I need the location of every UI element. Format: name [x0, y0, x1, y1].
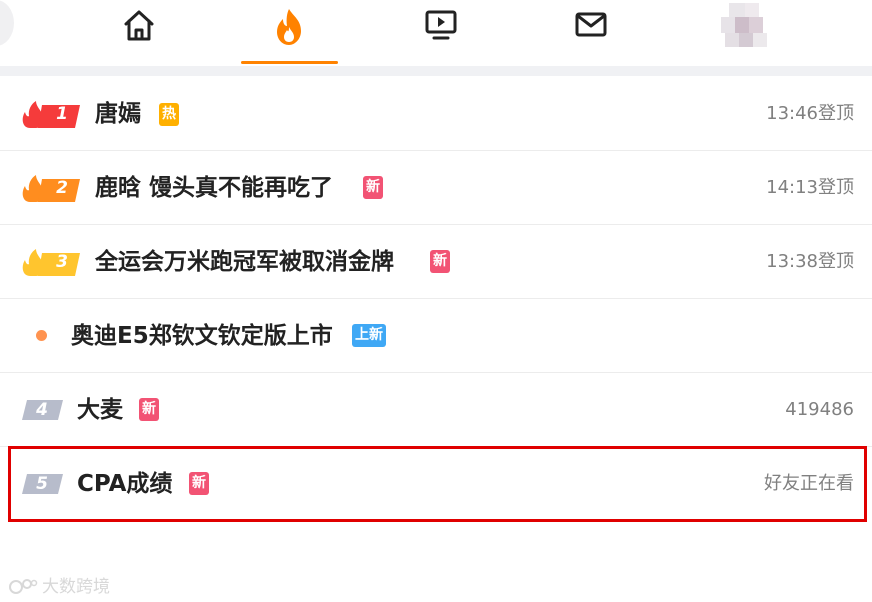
nav-messages[interactable] — [543, 0, 639, 66]
watermark-text: 大数跨境 — [42, 577, 110, 597]
section-divider — [0, 66, 872, 76]
fire-icon — [277, 9, 301, 45]
watermark: 大数跨境 — [8, 572, 110, 597]
avatar[interactable] — [721, 3, 769, 51]
topic-title[interactable]: 全运会万米跑冠军被取消金牌 — [95, 225, 394, 299]
list-item[interactable]: 2 鹿晗 馒头真不能再吃了 新 14:13登顶 — [0, 151, 872, 225]
topic-title[interactable]: 鹿晗 馒头真不能再吃了 — [95, 151, 333, 225]
active-tab-indicator — [241, 61, 338, 64]
list-item[interactable]: 3 全运会万米跑冠军被取消金牌 新 13:38登顶 — [0, 225, 872, 299]
new-badge: 新 — [430, 250, 450, 273]
video-icon — [425, 10, 457, 40]
topic-meta: 419486 — [785, 399, 854, 420]
topic-title[interactable]: 奥迪E5郑钦文钦定版上市 — [71, 299, 333, 373]
highlight-box — [8, 446, 867, 522]
rank-number: 2 — [56, 178, 68, 198]
nav-home[interactable] — [91, 0, 187, 66]
watermark-logo-icon — [9, 579, 38, 594]
hot-badge: 热 — [159, 103, 179, 126]
mail-icon — [575, 12, 607, 37]
topic-title[interactable]: 大麦 — [77, 373, 123, 447]
launch-badge: 上新 — [352, 324, 386, 347]
rank-number: 1 — [56, 104, 68, 124]
topic-meta: 14:13登顶 — [766, 177, 854, 198]
topic-meta: 13:38登顶 — [766, 251, 854, 272]
new-badge: 新 — [363, 176, 383, 199]
nav-video[interactable] — [393, 0, 489, 66]
back-button[interactable] — [0, 0, 14, 46]
home-icon — [124, 10, 154, 41]
page: 1 唐嫣 热 13:46登顶 2 鹿晗 馒头真不能再吃了 新 14:13登顶 3… — [0, 0, 872, 602]
topic-meta: 13:46登顶 — [766, 103, 854, 124]
rank-number: 4 — [36, 400, 48, 420]
list-item[interactable]: 4 大麦 新 419486 — [0, 373, 872, 447]
nav-hot[interactable] — [241, 0, 337, 66]
rank-number: 3 — [56, 252, 68, 272]
top-nav — [0, 0, 872, 66]
list-item[interactable]: 1 唐嫣 热 13:46登顶 — [0, 77, 872, 151]
list-item-promoted[interactable]: 奥迪E5郑钦文钦定版上市 上新 — [0, 299, 872, 373]
promoted-dot-icon — [36, 330, 47, 341]
new-badge: 新 — [139, 398, 159, 421]
topic-title[interactable]: 唐嫣 — [95, 77, 141, 151]
